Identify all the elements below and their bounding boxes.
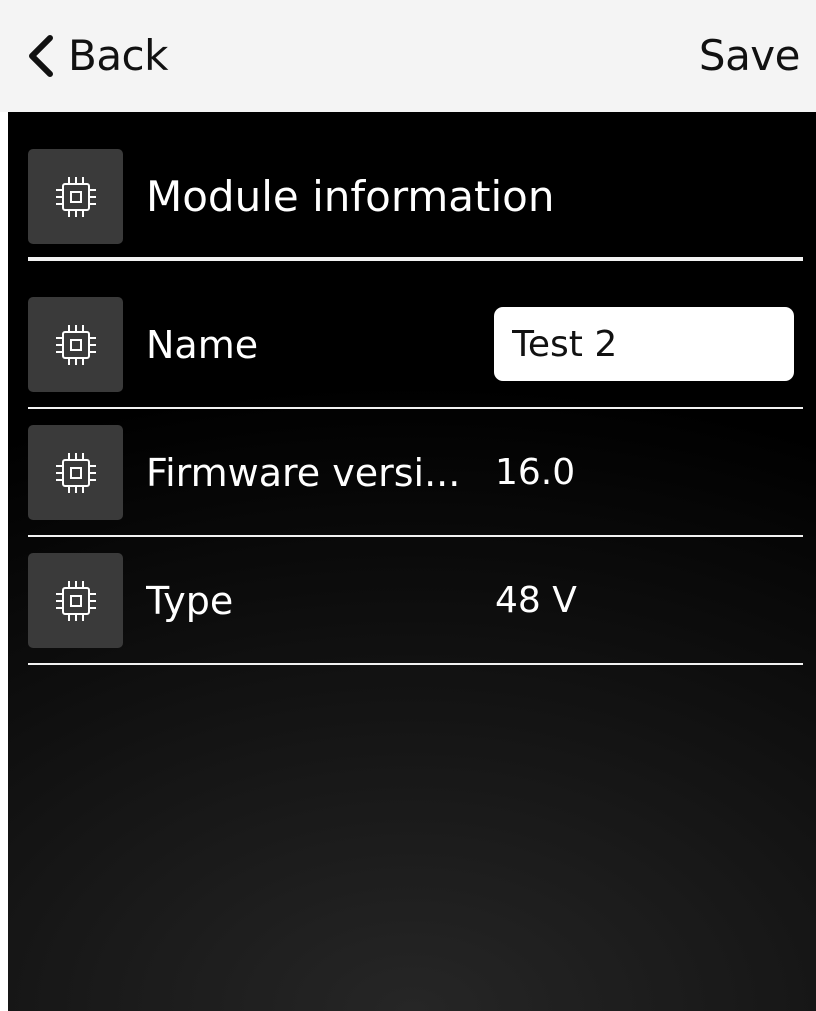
content-area: Module information Name Test 2 Firmware … [8, 112, 816, 1011]
type-label: Type [146, 578, 234, 623]
back-button[interactable]: Back [26, 26, 168, 86]
firmware-value: 16.0 [495, 452, 576, 493]
firmware-icon-tile [28, 425, 123, 520]
name-row: Name [28, 297, 803, 409]
section-title: Module information [146, 172, 555, 221]
name-input[interactable] [494, 307, 794, 381]
module-information-screen: Back Save Module information Name Test 2… [0, 0, 816, 1011]
row-divider [28, 663, 803, 665]
type-value: 48 V [495, 580, 577, 621]
chevron-left-icon [29, 35, 53, 77]
name-label: Name [146, 322, 259, 367]
row-divider [28, 407, 803, 409]
top-bar: Back Save [0, 0, 816, 112]
firmware-row: Firmware versi... 16.0 [28, 425, 803, 537]
firmware-label: Firmware versi... [146, 450, 461, 495]
name-icon-tile [28, 297, 123, 392]
chip-icon [55, 452, 96, 493]
type-icon-tile [28, 553, 123, 648]
save-button[interactable]: Save [699, 26, 801, 86]
chip-icon [55, 580, 96, 621]
section-header: Module information [28, 149, 803, 261]
section-divider [28, 257, 803, 261]
section-icon-tile [28, 149, 123, 244]
chip-icon [55, 176, 96, 217]
back-label: Back [68, 31, 168, 80]
chip-icon [55, 324, 96, 365]
type-row: Type 48 V [28, 553, 803, 665]
row-divider [28, 535, 803, 537]
